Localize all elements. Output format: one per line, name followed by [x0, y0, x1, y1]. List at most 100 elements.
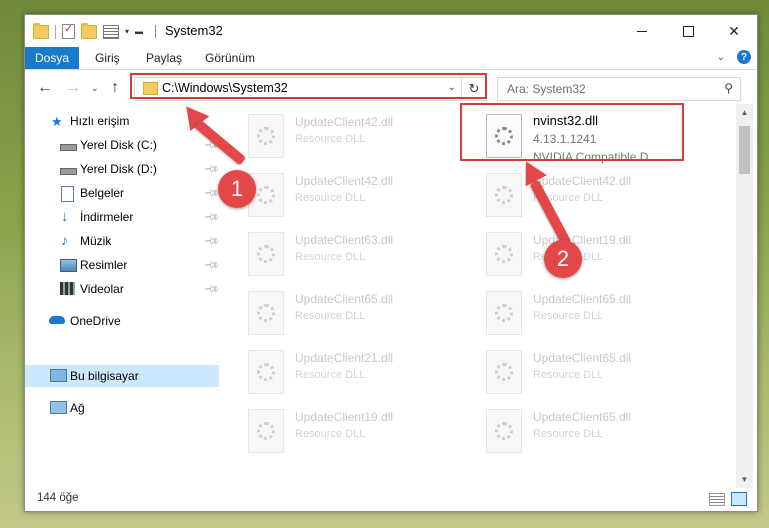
file-tile[interactable]: UpdateClient65.dll Resource DLL	[478, 406, 708, 458]
file-tile[interactable]: UpdateClient42.dll Resource DLL	[478, 170, 708, 222]
drive-icon	[60, 168, 77, 175]
pictures-icon	[60, 259, 77, 272]
file-name: UpdateClient65.dll	[295, 292, 394, 306]
file-name: UpdateClient65.dll	[533, 292, 632, 306]
customize-toolbar-icon[interactable]: ▬	[135, 27, 143, 36]
file-type: Resource DLL	[295, 310, 366, 322]
back-button[interactable]: ←	[37, 79, 53, 97]
explorer-window: ▾ ▬ System32 ✕ Dosya Giriş Paylaş Görünü…	[24, 14, 758, 512]
file-type: Resource DLL	[295, 133, 366, 145]
quick-access-toolbar: ▾ ▬	[33, 22, 143, 39]
pin-icon[interactable]: 📌︎	[203, 257, 220, 274]
chevron-down-icon[interactable]: ▾	[125, 27, 129, 36]
minimize-button[interactable]	[619, 15, 665, 47]
file-tile[interactable]: UpdateClient65.dll Resource DLL	[240, 288, 470, 340]
sidebar-item-label: Videolar	[80, 282, 124, 296]
recent-locations-icon[interactable]: ⌄	[91, 83, 99, 94]
maximize-button[interactable]	[665, 15, 711, 47]
navigation-bar: ← → ⌄ ↑ C:\Windows\System32 ⌄ ↻ Ara: Sys…	[25, 70, 757, 104]
view-icon[interactable]	[103, 24, 119, 39]
close-button[interactable]: ✕	[711, 15, 757, 47]
music-icon: ♪	[61, 232, 68, 248]
pin-icon[interactable]: 📌︎	[203, 281, 220, 298]
sidebar-item-downloads[interactable]: ↓ İndirmeler 📌︎	[25, 206, 220, 228]
sidebar-item-network[interactable]: Ağ	[25, 397, 219, 419]
vertical-scrollbar[interactable]: ▲ ▼	[736, 104, 753, 488]
up-button[interactable]: ↑	[111, 79, 119, 97]
file-type: Resource DLL	[533, 369, 604, 381]
tab-view[interactable]: Görünüm	[205, 51, 255, 65]
step-badge-1: 1	[218, 170, 256, 208]
download-icon: ↓	[61, 208, 69, 225]
file-tile[interactable]: UpdateClient63.dll Resource DLL	[240, 229, 470, 281]
search-icon[interactable]: ⚲	[724, 81, 733, 95]
sidebar-item-this-pc[interactable]: Bu bilgisayar	[25, 365, 219, 387]
scroll-thumb[interactable]	[739, 126, 750, 174]
file-tile[interactable]: UpdateClient42.dll Resource DLL	[240, 111, 470, 163]
file-tile[interactable]: UpdateClient65.dll Resource DLL	[478, 347, 708, 399]
item-count: 144 öğe	[37, 492, 79, 504]
sidebar-item-music[interactable]: ♪ Müzik 📌︎	[25, 230, 220, 252]
details-view-icon[interactable]	[709, 493, 725, 506]
sidebar-item-label: Ağ	[70, 401, 85, 415]
sidebar-item-label: Belgeler	[80, 186, 125, 200]
file-name: UpdateClient42.dll	[533, 174, 632, 188]
step-badge-2: 2	[544, 240, 582, 278]
properties-icon[interactable]	[62, 22, 75, 39]
sidebar-item-label: Resimler	[80, 258, 128, 272]
sidebar-item-documents[interactable]: Belgeler 📌︎	[25, 182, 220, 204]
sidebar-item-local-disk-c[interactable]: Yerel Disk (C:) 📌︎	[25, 134, 220, 156]
sidebar-item-onedrive[interactable]: OneDrive	[25, 310, 219, 332]
file-list: UpdateClient42.dll Resource DLL UpdateCl…	[220, 104, 736, 488]
pin-icon[interactable]: 📌︎	[203, 209, 220, 226]
sidebar-item-label: Müzik	[80, 234, 112, 248]
title-bar: ▾ ▬ System32 ✕	[25, 15, 757, 47]
file-highlight-box	[460, 103, 684, 161]
title-separator	[155, 25, 156, 38]
tab-file[interactable]: Dosya	[25, 47, 79, 69]
search-input[interactable]: Ara: System32 ⚲	[497, 77, 741, 101]
drive-icon	[60, 144, 77, 151]
ribbon-tabs: Dosya Giriş Paylaş Görünüm ⌄ ?	[25, 47, 757, 70]
pin-icon[interactable]: 📌︎	[203, 161, 220, 178]
help-icon[interactable]: ?	[737, 50, 751, 64]
file-type: Resource DLL	[295, 251, 366, 263]
file-name: UpdateClient42.dll	[295, 115, 394, 129]
sidebar-item-label: Yerel Disk (C:)	[80, 138, 157, 152]
sidebar-item-label: İndirmeler	[80, 210, 134, 224]
sidebar-item-pictures[interactable]: Resimler 📌︎	[25, 254, 220, 276]
file-type: Resource DLL	[295, 428, 366, 440]
sidebar-item-local-disk-d[interactable]: Yerel Disk (D:) 📌︎	[25, 158, 220, 180]
tab-share[interactable]: Paylaş	[146, 51, 182, 65]
file-type: Resource DLL	[295, 369, 366, 381]
file-tile[interactable]: UpdateClient42.dll Resource DLL	[240, 170, 470, 222]
computer-icon	[50, 369, 67, 382]
file-type: Resource DLL	[533, 310, 604, 322]
tab-home[interactable]: Giriş	[95, 51, 120, 65]
file-name: UpdateClient19.dll	[533, 233, 632, 247]
folder-icon	[33, 22, 49, 39]
file-name: UpdateClient65.dll	[533, 351, 632, 365]
large-icons-view-icon[interactable]	[731, 492, 747, 506]
status-bar: 144 öğe	[25, 488, 757, 511]
file-type: Resource DLL	[533, 428, 604, 440]
search-placeholder: Ara: System32	[507, 82, 586, 96]
file-tile[interactable]: UpdateClient19.dll Resource DLL	[240, 406, 470, 458]
forward-button[interactable]: →	[65, 79, 81, 97]
scroll-up-icon[interactable]: ▲	[736, 104, 753, 121]
file-tile[interactable]: UpdateClient21.dll Resource DLL	[240, 347, 470, 399]
pin-icon[interactable]: 📌︎	[203, 233, 220, 250]
sidebar-item-videos[interactable]: Videolar 📌︎	[25, 278, 220, 300]
maximize-icon	[682, 25, 694, 37]
expand-ribbon-icon[interactable]: ⌄	[717, 52, 725, 63]
dll-file-icon	[248, 291, 284, 335]
file-tile[interactable]: UpdateClient19.dll Resource DLL	[478, 229, 708, 281]
file-tile[interactable]: UpdateClient65.dll Resource DLL	[478, 288, 708, 340]
scroll-down-icon[interactable]: ▼	[736, 471, 753, 488]
file-name: UpdateClient21.dll	[295, 351, 394, 365]
window-title: System32	[165, 23, 223, 38]
file-name: UpdateClient19.dll	[295, 410, 394, 424]
dll-file-icon	[248, 232, 284, 276]
new-folder-icon[interactable]	[81, 22, 97, 39]
sidebar-item-label: Yerel Disk (D:)	[80, 162, 157, 176]
